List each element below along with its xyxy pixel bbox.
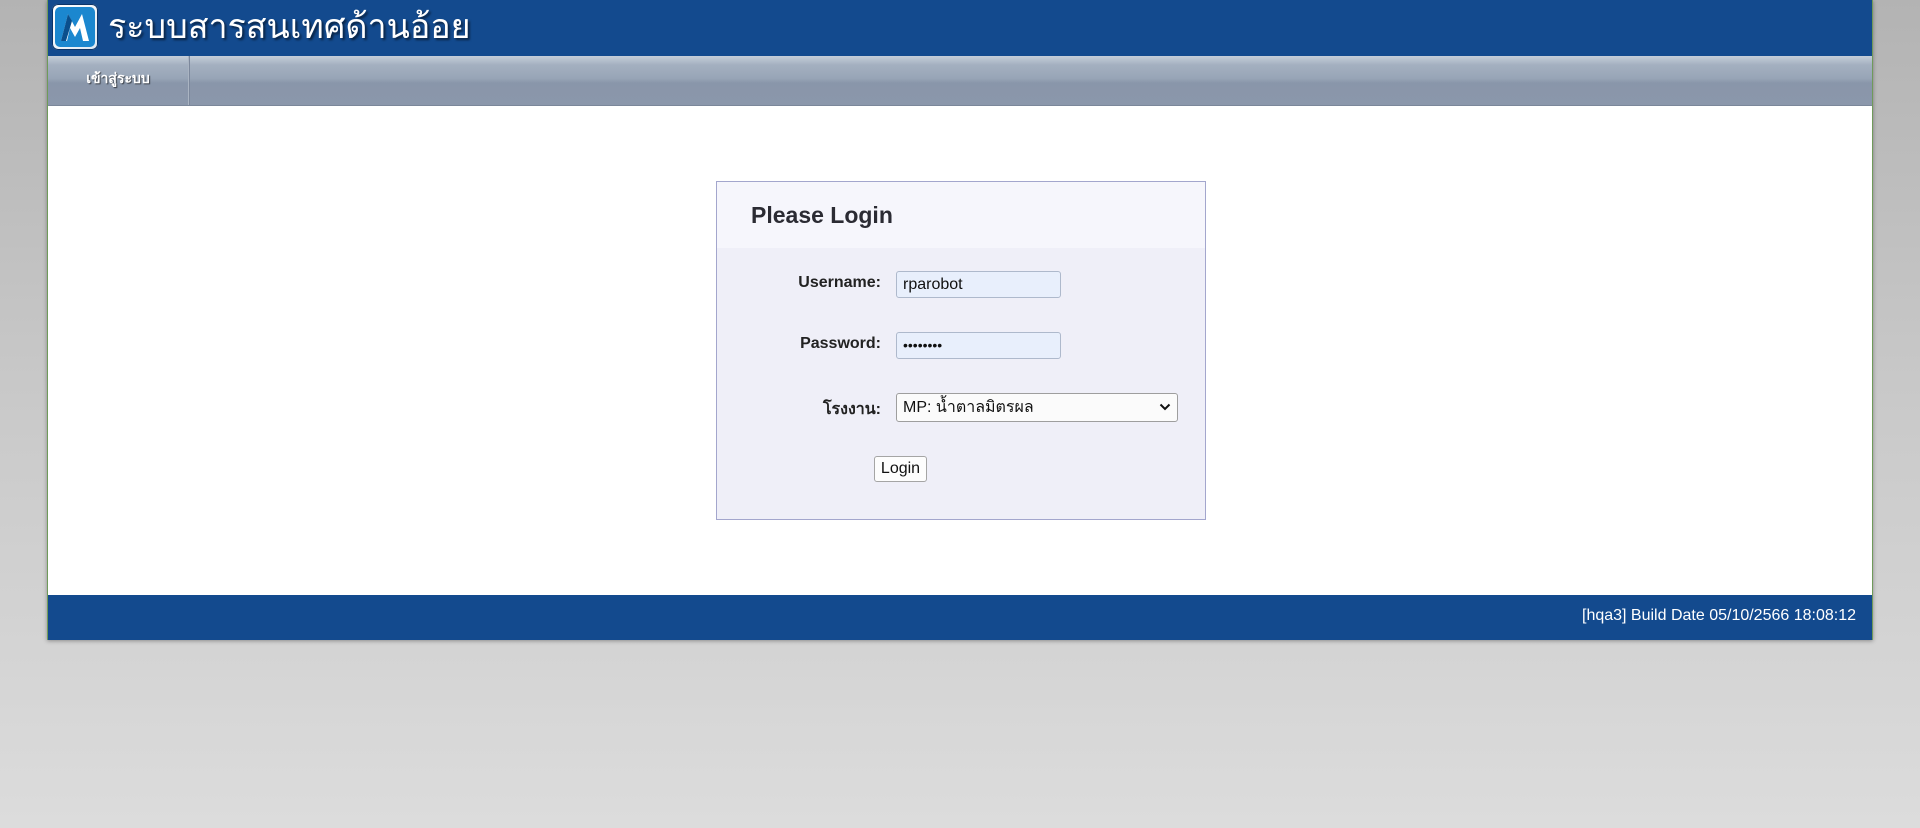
header-banner: ระบบสารสนเทศด้านอ้อย (48, 0, 1872, 56)
password-label: Password: (800, 335, 881, 352)
factory-label: โรงงาน: (822, 401, 881, 418)
login-title: Please Login (751, 202, 893, 228)
company-logo-icon (52, 4, 98, 50)
nav-item-login[interactable]: เข้าสู่ระบบ (48, 56, 189, 105)
factory-select[interactable]: MP: น้ำตาลมิตรผล (896, 393, 1178, 422)
login-panel: Please Login Username: Password: •••••••… (716, 181, 1206, 520)
main-nav: เข้าสู่ระบบ (48, 56, 1872, 106)
build-info: [hqa3] Build Date 05/10/2566 18:08:12 (1582, 607, 1856, 624)
factory-select-value: MP: น้ำตาลมิตรผล (903, 399, 1034, 416)
login-panel-header: Please Login (717, 182, 1205, 248)
footer-bar: [hqa3] Build Date 05/10/2566 18:08:12 (48, 595, 1872, 640)
password-field[interactable]: •••••••• (896, 332, 1061, 359)
page-frame: ระบบสารสนเทศด้านอ้อย เข้าสู่ระบบ Please … (47, 0, 1873, 640)
chevron-down-icon (1159, 403, 1171, 411)
username-field[interactable] (896, 271, 1061, 298)
username-label: Username: (798, 274, 881, 291)
login-button[interactable]: Login (874, 456, 927, 482)
site-title: ระบบสารสนเทศด้านอ้อย (108, 8, 471, 46)
